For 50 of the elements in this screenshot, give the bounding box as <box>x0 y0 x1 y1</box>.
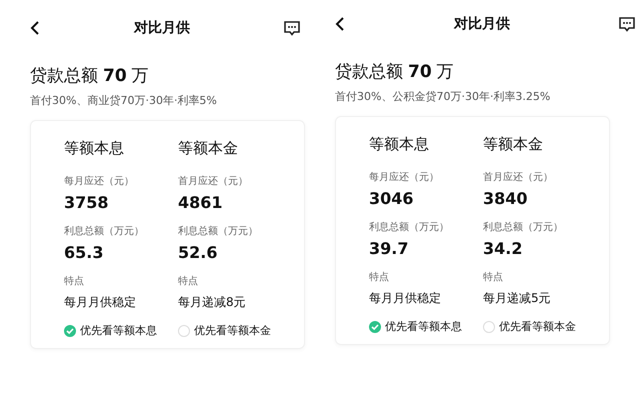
metric-label: 特点 <box>64 274 85 288</box>
feature-text: 每月递减8元 <box>178 294 247 311</box>
metric-label: 利息总额（万元） <box>483 220 564 234</box>
metric-label: 利息总额（万元） <box>369 220 450 234</box>
option-label[interactable]: 优先看等额本息 <box>385 319 462 334</box>
back-icon[interactable] <box>335 17 345 31</box>
loan-total-label: 贷款总额 <box>30 65 98 87</box>
metric-value: 39.7 <box>369 239 410 258</box>
metric-label: 利息总额（万元） <box>178 224 259 238</box>
loan-total-unit: 万 <box>436 61 454 83</box>
option-label[interactable]: 优先看等额本金 <box>194 323 271 338</box>
metric-label: 特点 <box>369 270 390 284</box>
option-label[interactable]: 优先看等额本金 <box>499 319 576 334</box>
feature-text: 每月月供稳定 <box>369 290 442 307</box>
metric-value: 52.6 <box>178 243 218 262</box>
page-title: 对比月供 <box>134 19 190 37</box>
loan-total-amount: 70 <box>103 66 127 86</box>
loan-summary: 首付30%、公积金贷70万·30年·利率3.25% <box>335 89 552 104</box>
method-heading: 等额本金 <box>483 135 544 154</box>
loan-total-label: 贷款总额 <box>335 61 403 83</box>
metric-value: 65.3 <box>64 243 104 262</box>
metric-value: 4861 <box>178 193 224 212</box>
feature-text: 每月递减5元 <box>483 290 552 307</box>
radio-button[interactable] <box>483 320 495 332</box>
radio-button[interactable] <box>369 320 381 332</box>
metric-label: 首月应还（元） <box>178 174 249 188</box>
method-heading: 等额本息 <box>64 139 125 158</box>
metric-label: 首月应还（元） <box>483 170 554 184</box>
back-icon[interactable] <box>30 21 40 35</box>
metric-value: 3758 <box>64 193 110 212</box>
loan-summary: 首付30%、商业贷70万·30年·利率5% <box>30 93 218 108</box>
method-heading: 等额本息 <box>369 135 430 154</box>
metric-label: 每月应还（元） <box>369 170 440 184</box>
page-title: 对比月供 <box>454 15 510 33</box>
metric-value: 3840 <box>483 189 529 208</box>
metric-value: 3046 <box>369 189 415 208</box>
metric-label: 特点 <box>483 270 504 284</box>
metric-label: 每月应还（元） <box>64 174 135 188</box>
radio-button[interactable] <box>64 324 76 336</box>
feature-text: 每月月供稳定 <box>64 294 137 311</box>
message-icon[interactable] <box>284 20 300 36</box>
option-label[interactable]: 优先看等额本息 <box>80 323 157 338</box>
loan-total-unit: 万 <box>132 65 149 87</box>
loan-total-amount: 70 <box>408 62 432 82</box>
metric-value: 34.2 <box>483 239 524 258</box>
metric-label: 特点 <box>178 274 199 288</box>
metric-label: 利息总额（万元） <box>64 224 145 238</box>
radio-button[interactable] <box>178 324 190 336</box>
method-heading: 等额本金 <box>178 139 239 158</box>
message-icon[interactable] <box>619 16 635 32</box>
